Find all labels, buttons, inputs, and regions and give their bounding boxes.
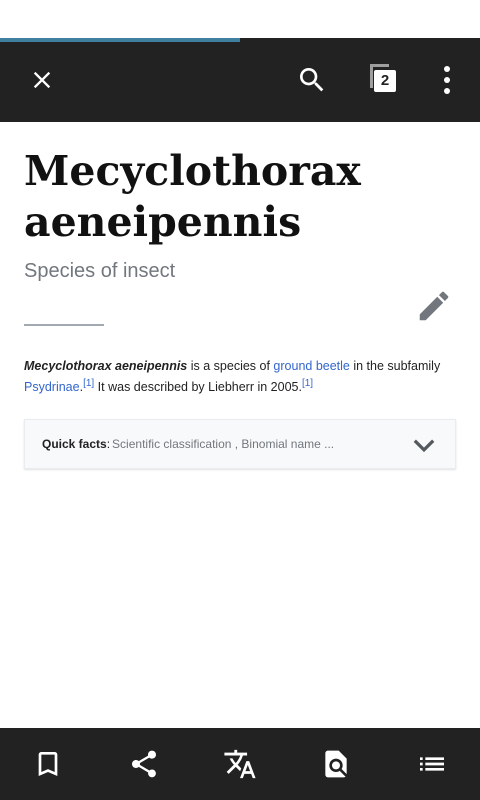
- article-content: Mecyclothorax aeneipennis Species of ins…: [0, 122, 480, 728]
- quick-facts-summary: Scientific classification , Binomial nam…: [112, 437, 335, 451]
- close-button[interactable]: [20, 58, 64, 102]
- search-icon: [300, 68, 324, 92]
- page-load-progress-track: [0, 38, 480, 42]
- intro-paragraph: Mecyclothorax aeneipennis is a species o…: [24, 356, 456, 398]
- close-icon: [33, 71, 51, 89]
- bottom-action-bar: [0, 728, 480, 800]
- overflow-menu-button[interactable]: [425, 58, 469, 102]
- quick-facts-label: Quick facts: [42, 437, 107, 451]
- link-psydrinae[interactable]: Psydrinae: [24, 380, 80, 394]
- table-of-contents-button[interactable]: [412, 744, 452, 784]
- intro-text: in the subfamily: [349, 359, 441, 373]
- share-button[interactable]: [124, 744, 164, 784]
- intro-text: It was described by Liebherr in 2005.: [94, 380, 302, 394]
- search-button[interactable]: [290, 58, 334, 102]
- bookmark-icon: [38, 752, 58, 776]
- link-ground-beetle[interactable]: ground beetle: [273, 359, 349, 373]
- tabs-count-badge: 2: [374, 70, 396, 92]
- page-load-progress-fill: [0, 38, 240, 42]
- tabs-button[interactable]: 2: [362, 58, 406, 102]
- quick-facts-collapsed[interactable]: Quick facts: Scientific classification ,…: [24, 419, 456, 469]
- pencil-icon: [419, 291, 449, 321]
- quick-facts-colon: :: [106, 437, 111, 451]
- reference-link-1[interactable]: [1]: [83, 378, 94, 389]
- intro-text: is a species of: [187, 359, 274, 373]
- find-in-page-button[interactable]: [316, 744, 356, 784]
- status-bar: [0, 0, 480, 38]
- reference-link-2[interactable]: [1]: [302, 378, 313, 389]
- overflow-menu-icon: [444, 66, 450, 94]
- article-description: Species of insect: [24, 260, 176, 282]
- article-subject-name: Mecyclothorax aeneipennis: [24, 359, 188, 373]
- table-of-contents-icon: [420, 757, 444, 771]
- translate-icon: [224, 749, 256, 779]
- change-language-button[interactable]: [220, 744, 260, 784]
- top-toolbar: 2: [0, 38, 480, 122]
- save-page-button[interactable]: [28, 744, 68, 784]
- title-divider: [24, 324, 104, 326]
- edit-description-button[interactable]: [412, 284, 456, 328]
- chevron-down-icon[interactable]: [411, 432, 437, 458]
- find-in-page-icon: [325, 750, 347, 778]
- article-title: Mecyclothorax aeneipennis: [24, 147, 361, 246]
- share-icon: [132, 750, 156, 778]
